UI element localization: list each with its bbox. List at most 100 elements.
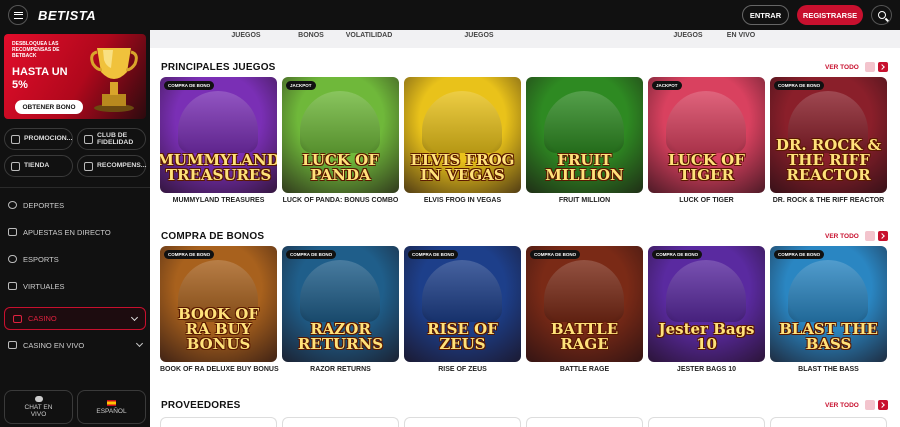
rewards-link[interactable]: RECOMPENS...	[77, 155, 146, 177]
sidebar: DESBLOQUEA LAS RECOMPENSAS DE BETBACK HA…	[0, 30, 150, 427]
carousel-prev-button[interactable]	[865, 400, 875, 410]
sidebar-item-esports[interactable]: ESPORTS	[0, 248, 150, 270]
sidebar-item-sports[interactable]: DEPORTES	[0, 194, 150, 216]
see-all-top-games[interactable]: VER TODO	[825, 64, 859, 71]
carousel-next-button[interactable]	[878, 231, 888, 241]
game-card[interactable]: ELVIS FROG IN VEGAS ELVIS FROG IN VEGAS	[404, 77, 521, 204]
reward-icon	[84, 161, 93, 171]
get-bonus-button[interactable]: OBTENER BONO	[15, 100, 83, 114]
game-card[interactable]: COMPRA DE BONO RISE OF ZEUS RISE OF ZEUS	[404, 246, 521, 373]
game-card[interactable]: COMPRA DE BONO BOOK OF RA BUY BONUS BOOK…	[160, 246, 279, 373]
game-title[interactable]: BATTLE RAGE	[526, 366, 643, 373]
hamburger-icon	[13, 11, 23, 19]
search-icon	[877, 11, 886, 19]
register-button[interactable]: REGISTRARSE	[797, 5, 863, 25]
gift-icon	[11, 134, 20, 144]
search-button[interactable]	[871, 5, 892, 25]
game-card[interactable]: JACKPOT LUCK OF PANDA LUCK OF PANDA: BON…	[282, 77, 399, 204]
language-button[interactable]: ESPAÑOL	[77, 390, 146, 424]
section-title-bonus-buy: COMPRA DE BONOS	[161, 231, 265, 242]
sidebar-item-live-betting[interactable]: APUESTAS EN DIRECTO	[0, 221, 150, 243]
game-title[interactable]: ELVIS FROG IN VEGAS	[404, 197, 521, 204]
provider-card[interactable]	[282, 417, 399, 427]
game-title[interactable]: BLAST THE BASS	[770, 366, 887, 373]
game-card[interactable]: FRUIT MILLION FRUIT MILLION	[526, 77, 643, 204]
sidebar-item-label: VIRTUALES	[23, 281, 65, 291]
game-thumbnail[interactable]: COMPRA DE BONO BLAST THE BASS	[770, 246, 887, 362]
game-title[interactable]: DR. ROCK & THE RIFF REACTOR	[770, 197, 887, 204]
promotions-link[interactable]: PROMOCION...	[4, 128, 73, 150]
chevron-down-icon[interactable]	[135, 339, 144, 348]
game-art-title: ELVIS FROG IN VEGAS	[410, 151, 515, 184]
store-link[interactable]: TIENDA	[4, 155, 73, 177]
game-badge: COMPRA DE BONO	[652, 250, 703, 259]
game-art-title: BLAST THE BASS	[779, 320, 878, 353]
sidebar-item-virtuals[interactable]: VIRTUALES	[0, 275, 150, 297]
game-title[interactable]: BOOK OF RA DELUXE BUY BONUS	[160, 366, 279, 373]
game-thumbnail[interactable]: JACKPOT LUCK OF PANDA	[282, 77, 399, 193]
sidebar-item-label: ESPORTS	[23, 254, 59, 264]
game-badge: COMPRA DE BONO	[408, 250, 459, 259]
game-art	[300, 91, 380, 153]
game-thumbnail[interactable]: FRUIT MILLION	[526, 77, 643, 193]
see-all-bonus-buy[interactable]: VER TODO	[825, 233, 859, 240]
game-title[interactable]: MUMMYLAND TREASURES	[160, 197, 277, 204]
game-card[interactable]: COMPRA DE BONO MUMMYLAND TREASURES MUMMY…	[160, 77, 277, 204]
game-thumbnail[interactable]: COMPRA DE BONO MUMMYLAND TREASURES	[160, 77, 277, 193]
main-content: PRINCIPALES JUEGOS VER TODO COMPRA DE BO…	[150, 48, 900, 427]
game-art	[178, 91, 258, 153]
promo-headline: HASTA UN 5%	[12, 66, 68, 91]
game-title[interactable]: RAZOR RETURNS	[282, 366, 399, 373]
provider-card[interactable]	[770, 417, 887, 427]
game-card[interactable]: COMPRA DE BONO DR. ROCK & THE RIFF REACT…	[770, 77, 887, 204]
chevron-down-icon[interactable]	[130, 313, 139, 322]
provider-card[interactable]	[160, 417, 277, 427]
sidebar-item-live-casino[interactable]: CASINO EN VIVO	[0, 334, 150, 356]
game-thumbnail[interactable]: COMPRA DE BONO Jester Bags 10	[648, 246, 765, 362]
top-bar: BETISTA ENTRAR REGISTRARSE	[0, 0, 900, 30]
game-title[interactable]: LUCK OF PANDA: BONUS COMBO	[282, 197, 399, 204]
game-badge: COMPRA DE BONO	[774, 250, 825, 259]
game-card[interactable]: COMPRA DE BONO BATTLE RAGE BATTLE RAGE	[526, 246, 643, 373]
sidebar-divider	[0, 187, 150, 188]
login-button[interactable]: ENTRAR	[742, 5, 789, 25]
game-thumbnail[interactable]: COMPRA DE BONO BATTLE RAGE	[526, 246, 643, 362]
game-thumbnail[interactable]: ELVIS FROG IN VEGAS	[404, 77, 521, 193]
live-chat-label: CHAT EN VIVO	[24, 404, 53, 418]
carousel-next-button[interactable]	[878, 400, 888, 410]
loyalty-club-link[interactable]: CLUB DE FIDELIDAD	[77, 128, 146, 150]
game-card[interactable]: COMPRA DE BONO BLAST THE BASS BLAST THE …	[770, 246, 887, 373]
game-thumbnail[interactable]: COMPRA DE BONO BOOK OF RA BUY BONUS	[160, 246, 277, 362]
game-card[interactable]: COMPRA DE BONO Jester Bags 10 JESTER BAG…	[648, 246, 765, 373]
provider-card[interactable]	[526, 417, 643, 427]
live-chat-button[interactable]: CHAT EN VIVO	[4, 390, 73, 424]
see-all-providers[interactable]: VER TODO	[825, 402, 859, 409]
game-art-title: LUCK OF TIGER	[668, 151, 745, 184]
carousel-prev-button[interactable]	[865, 231, 875, 241]
sidebar-item-casino[interactable]: CASINO	[4, 307, 146, 330]
section-title-providers: PROVEEDORES	[161, 400, 241, 411]
site-logo[interactable]: BETISTA	[38, 8, 96, 23]
menu-button[interactable]	[8, 5, 28, 25]
promo-text: DESBLOQUEA LAS RECOMPENSAS DE BETBACK	[12, 41, 60, 59]
live-icon	[8, 228, 17, 236]
carousel-next-button[interactable]	[878, 62, 888, 72]
game-thumbnail[interactable]: COMPRA DE BONO RISE OF ZEUS	[404, 246, 521, 362]
game-title[interactable]: LUCK OF TIGER	[648, 197, 765, 204]
provider-card[interactable]	[648, 417, 765, 427]
game-thumbnail[interactable]: COMPRA DE BONO RAZOR RETURNS	[282, 246, 399, 362]
carousel-prev-button[interactable]	[865, 62, 875, 72]
game-thumbnail[interactable]: COMPRA DE BONO DR. ROCK & THE RIFF REACT…	[770, 77, 887, 193]
game-title[interactable]: FRUIT MILLION	[526, 197, 643, 204]
game-title[interactable]: RISE OF ZEUS	[404, 366, 521, 373]
game-thumbnail[interactable]: JACKPOT LUCK OF TIGER	[648, 77, 765, 193]
promotions-label: PROMOCION...	[24, 135, 73, 143]
game-title[interactable]: JESTER BAGS 10	[648, 366, 765, 373]
promo-banner[interactable]: DESBLOQUEA LAS RECOMPENSAS DE BETBACK HA…	[4, 34, 146, 119]
game-card[interactable]: COMPRA DE BONO RAZOR RETURNS RAZOR RETUR…	[282, 246, 399, 373]
provider-card[interactable]	[404, 417, 521, 427]
game-card[interactable]: JACKPOT LUCK OF TIGER LUCK OF TIGER	[648, 77, 765, 204]
loyalty-club-label: CLUB DE FIDELIDAD	[97, 131, 134, 147]
language-label: ESPAÑOL	[96, 407, 127, 415]
game-art	[300, 260, 380, 322]
